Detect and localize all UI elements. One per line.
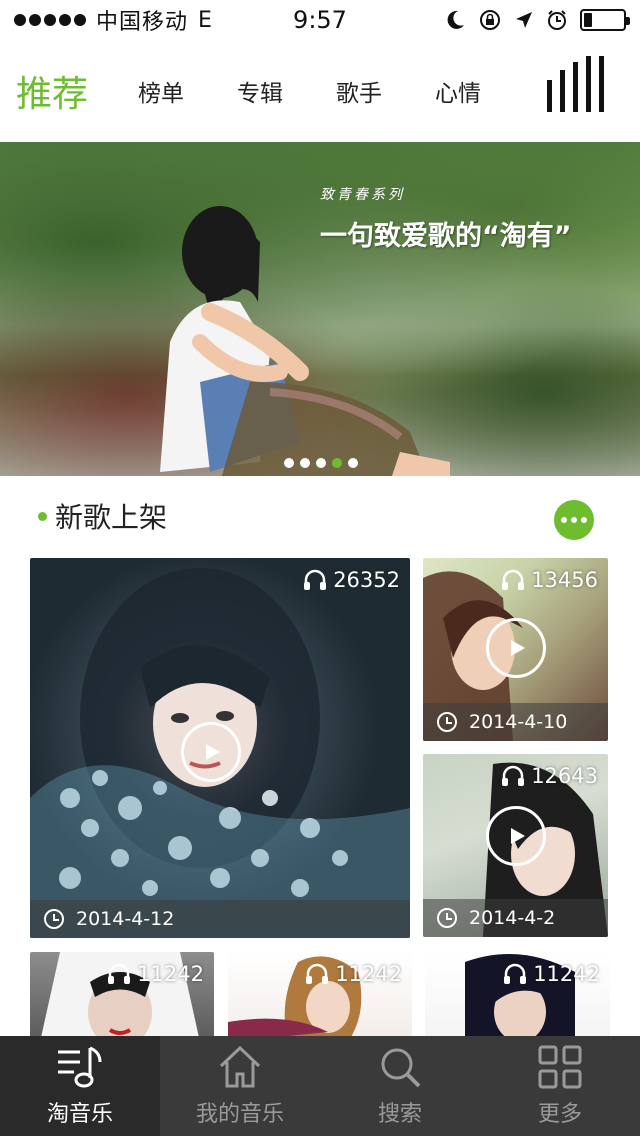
tab-albums[interactable]: 专辑 xyxy=(237,74,336,108)
search-icon xyxy=(381,1048,421,1088)
battery-icon xyxy=(580,9,630,31)
play-count: 11242 xyxy=(107,962,204,986)
more-button[interactable] xyxy=(554,500,594,540)
release-date-bar: 2014-4-2 xyxy=(423,899,608,937)
tab-label: 更多 xyxy=(537,1102,582,1127)
carousel-dot[interactable] xyxy=(332,458,342,468)
grid-icon xyxy=(538,1045,582,1089)
play-count: 26352 xyxy=(303,568,400,592)
clock-icon xyxy=(437,712,457,732)
album-card[interactable]: 13456 2014-4-10 xyxy=(423,558,608,741)
play-count-value: 13456 xyxy=(531,568,598,592)
section-header-new-songs: 新歌上架 xyxy=(0,476,640,556)
carousel-dot[interactable] xyxy=(348,458,358,468)
tab-mood[interactable]: 心情 xyxy=(435,74,534,108)
release-date: 2014-4-10 xyxy=(469,711,568,733)
play-count-value: 12643 xyxy=(531,764,598,788)
tab-my-music[interactable]: 我的音乐 xyxy=(160,1036,320,1136)
album-card[interactable]: 12643 2014-4-2 xyxy=(423,754,608,937)
carousel-dot[interactable] xyxy=(284,458,294,468)
bottom-tab-bar: 淘音乐 我的音乐 搜索 更多 xyxy=(0,1036,640,1136)
equalizer-bars-icon[interactable] xyxy=(547,56,604,112)
album-card[interactable]: 11242 xyxy=(425,952,610,1042)
album-card[interactable]: 11242 xyxy=(228,952,412,1042)
headphones-icon xyxy=(306,963,329,984)
tab-singers[interactable]: 歌手 xyxy=(336,74,435,108)
network-type: E xyxy=(198,7,212,33)
status-bar: 中国移动 E 9:57 xyxy=(0,0,640,40)
headphones-icon xyxy=(504,963,527,984)
banner-carousel[interactable]: 致青春系列 一句致爱歌的“淘有” xyxy=(0,142,640,476)
carousel-dot[interactable] xyxy=(300,458,310,468)
play-count: 11242 xyxy=(305,962,402,986)
rotation-lock-icon xyxy=(480,10,500,30)
signal-strength-icon xyxy=(14,14,86,26)
play-count: 13456 xyxy=(501,568,598,592)
tab-label: 搜索 xyxy=(377,1102,422,1127)
banner-kicker: 致青春系列 xyxy=(320,187,405,203)
tab-label: 淘音乐 xyxy=(46,1102,113,1127)
play-count: 12643 xyxy=(501,764,598,788)
headphones-icon xyxy=(502,569,525,590)
play-count: 11242 xyxy=(503,962,600,986)
play-button[interactable] xyxy=(486,806,546,866)
clock-icon xyxy=(44,909,64,929)
carrier-name: 中国移动 xyxy=(96,10,189,35)
headphones-icon xyxy=(304,569,327,590)
clock-icon xyxy=(437,908,457,928)
top-nav: 推荐 榜单 专辑 歌手 心情 xyxy=(0,40,640,142)
tab-search[interactable]: 搜索 xyxy=(320,1036,480,1136)
home-icon xyxy=(219,1045,261,1088)
play-count-value: 11242 xyxy=(533,962,600,986)
release-date: 2014-4-2 xyxy=(469,907,556,929)
tab-recommend[interactable]: 推荐 xyxy=(16,65,88,117)
moon-icon xyxy=(447,10,464,29)
headphones-icon xyxy=(108,963,131,984)
tab-more[interactable]: 更多 xyxy=(480,1036,640,1136)
release-date-bar: 2014-4-10 xyxy=(423,703,608,741)
tab-charts[interactable]: 榜单 xyxy=(138,74,237,108)
tab-label: 我的音乐 xyxy=(195,1102,284,1127)
album-card-large[interactable]: 26352 2014-4-12 xyxy=(30,558,410,938)
release-date: 2014-4-12 xyxy=(76,908,175,930)
headphones-icon xyxy=(502,765,525,786)
release-date-bar: 2014-4-12 xyxy=(30,900,410,938)
location-arrow-icon xyxy=(516,12,532,28)
play-button[interactable] xyxy=(181,722,241,782)
music-note-icon xyxy=(58,1046,102,1088)
play-button[interactable] xyxy=(486,618,546,678)
play-count-value: 26352 xyxy=(333,568,400,592)
banner-title: 一句致爱歌的“淘有” xyxy=(320,221,572,252)
tab-tao-music[interactable]: 淘音乐 xyxy=(0,1036,160,1136)
alarm-clock-icon xyxy=(548,10,566,30)
play-count-value: 11242 xyxy=(137,962,204,986)
album-card[interactable]: 11242 xyxy=(30,952,214,1042)
carousel-dots xyxy=(284,458,358,468)
section-title: 新歌上架 xyxy=(55,501,168,534)
play-count-value: 11242 xyxy=(335,962,402,986)
carousel-dot[interactable] xyxy=(316,458,326,468)
section-bullet xyxy=(38,511,47,521)
